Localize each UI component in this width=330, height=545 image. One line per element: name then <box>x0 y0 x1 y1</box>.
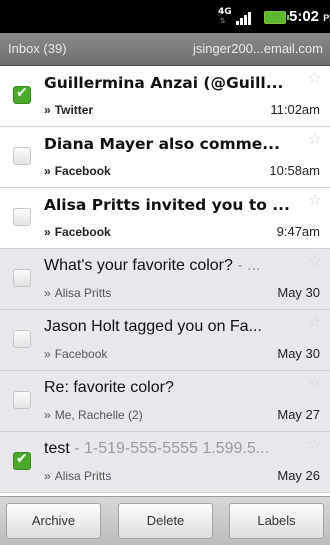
message-row[interactable]: test - 1-519-555-5555 1.599.5... ☆ »Alisa … <box>0 432 330 493</box>
message-row[interactable]: Jason Holt tagged you on Fa... ☆ » Facebook… <box>0 310 330 371</box>
message-snippet: - 1-519-555-5555 1.599.5... <box>69 440 270 457</box>
star-icon[interactable]: ☆ <box>308 436 322 452</box>
select-checkbox[interactable] <box>13 269 31 287</box>
message-subject: Jason Holt tagged you on Fa... <box>44 318 300 336</box>
message-sender: » Twitter <box>44 103 93 117</box>
sender-arrow-icon: » <box>44 225 51 239</box>
action-bar: Archive Delete Labels <box>0 496 330 545</box>
select-checkbox[interactable] <box>13 208 31 226</box>
message-subject: Diana Mayer also comme... <box>44 135 300 153</box>
message-sender: » Me, Rachelle (2) <box>44 408 143 422</box>
sender-name: Facebook <box>54 164 111 178</box>
message-row[interactable]: Diana Mayer also comme... ☆ » Facebook 10:58… <box>0 127 330 188</box>
sender-name: Facebook <box>54 225 111 239</box>
subject-text: Re: favorite color? <box>44 379 174 396</box>
star-icon[interactable]: ☆ <box>308 314 322 330</box>
message-subject: test - 1-519-555-5555 1.599.5... <box>44 440 300 458</box>
select-checkbox[interactable] <box>13 391 31 409</box>
subject-text: test <box>44 440 70 457</box>
message-sender: » Alisa Pritts <box>44 469 111 483</box>
sender-arrow-icon: » <box>44 103 51 117</box>
sender-name: Facebook <box>54 347 108 361</box>
star-icon[interactable]: ☆ <box>308 131 322 147</box>
star-icon[interactable]: ☆ <box>308 375 322 391</box>
status-bar: 4G ⇅ 5:02 PM <box>0 0 330 33</box>
message-sender: » Facebook <box>44 225 111 239</box>
message-date: May 30 <box>277 285 320 300</box>
sender-name: Alisa Pritts <box>54 286 112 300</box>
select-checkbox[interactable] <box>13 451 31 470</box>
message-subject: Guillermina Anzai (@Guill... <box>44 74 300 92</box>
signal-strength-icon <box>236 10 254 25</box>
message-row[interactable]: Re: favorite color? ☆ » Me, Rachelle (2) May… <box>0 371 330 432</box>
message-sender: » Facebook <box>44 164 111 178</box>
account-name[interactable]: jsinger200...email.com <box>193 41 323 56</box>
message-subject: Re: favorite color? <box>44 379 300 397</box>
message-date: May 30 <box>277 346 320 361</box>
sender-arrow-icon: » <box>44 469 51 483</box>
message-date: May 27 <box>277 407 320 422</box>
message-row[interactable]: Guillermina Anzai (@Guill... ☆ »Twitter 11:… <box>0 66 330 127</box>
status-time: 5:02 PM <box>289 8 330 25</box>
message-sender: » Alisa Pritts <box>44 286 111 300</box>
message-snippet: - ... <box>232 257 261 274</box>
folder-title[interactable]: Inbox (39) <box>8 41 67 56</box>
select-checkbox[interactable] <box>13 147 31 165</box>
message-sender: » Facebook <box>44 347 107 361</box>
message-subject: What's your favorite color? - ... <box>44 257 300 275</box>
subject-text: Alisa Pritts invited you to ... <box>44 196 290 214</box>
sender-arrow-icon: » <box>44 347 51 361</box>
star-icon[interactable]: ☆ <box>308 253 322 269</box>
message-date: May 26 <box>277 468 320 483</box>
subject-text: Jason Holt tagged you on Fa... <box>44 318 262 335</box>
subject-text: Diana Mayer also comme... <box>44 135 280 153</box>
subject-text: What's your favorite color? <box>44 257 233 274</box>
message-list[interactable]: Guillermina Anzai (@Guill...☆»Twitter11:… <box>0 66 330 496</box>
archive-button[interactable]: Archive <box>6 503 101 539</box>
network-type-label: 4G <box>218 7 232 17</box>
inbox-header: Inbox (39) jsinger200...email.com <box>0 33 330 66</box>
star-icon[interactable]: ☆ <box>308 192 322 208</box>
data-activity-icon: ⇅ <box>220 17 226 25</box>
subject-text: Guillermina Anzai (@Guill... <box>44 74 284 92</box>
battery-icon <box>264 11 289 24</box>
sender-name: Alisa Pritts <box>54 469 112 483</box>
delete-button[interactable]: Delete <box>118 503 213 539</box>
sender-arrow-icon: » <box>44 164 51 178</box>
status-time-ampm: PM <box>323 13 330 23</box>
labels-button[interactable]: Labels <box>229 503 324 539</box>
select-checkbox[interactable] <box>13 330 31 348</box>
sender-name: Twitter <box>54 103 94 117</box>
sender-arrow-icon: » <box>44 286 51 300</box>
message-row[interactable]: Alisa Pritts invited you to ... ☆ » Faceboo… <box>0 188 330 249</box>
sender-name: Me, Rachelle (2) <box>54 408 143 422</box>
status-time-value: 5:02 <box>289 8 320 25</box>
message-date: 11:02am <box>270 102 320 117</box>
message-subject: Alisa Pritts invited you to ... <box>44 196 300 214</box>
select-checkbox[interactable] <box>13 85 31 104</box>
message-date: 10:58am <box>269 163 320 178</box>
message-date: 9:47am <box>276 224 320 239</box>
sender-arrow-icon: » <box>44 408 51 422</box>
message-row[interactable]: What's your favorite color? - ... ☆ » Alisa… <box>0 249 330 310</box>
star-icon[interactable]: ☆ <box>308 70 322 86</box>
